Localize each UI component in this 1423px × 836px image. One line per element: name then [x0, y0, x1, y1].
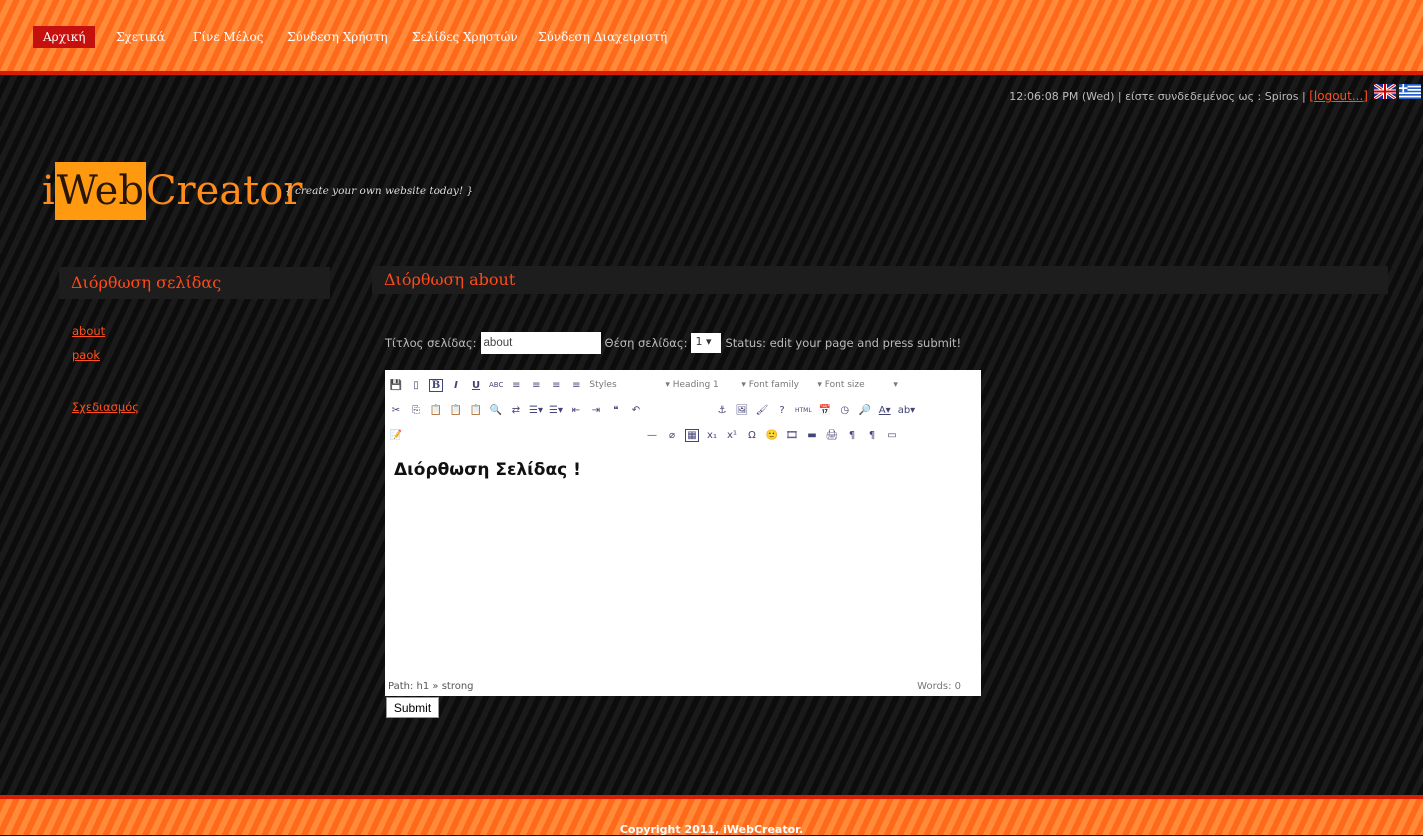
paste-icon[interactable]: 📋: [429, 405, 443, 416]
anchor-icon[interactable]: ⚓: [715, 405, 729, 416]
logout-link[interactable]: [logout...]: [1309, 89, 1368, 103]
word-count: Words: 0: [917, 681, 961, 692]
rich-text-editor: 💾 ▯ B I U ABC ≡ ≡ ≡ ≡ Styles ▾ Heading 1 ▾ Fon…: [385, 370, 981, 696]
new-document-icon[interactable]: ▯: [409, 380, 423, 391]
tagline: { create your own website today! }: [285, 185, 474, 197]
sidebar-link-about[interactable]: about: [72, 324, 105, 338]
sidebar-title: Διόρθωση σελίδας: [59, 267, 330, 299]
footer: Copyright 2011, iWebCreator.: [0, 795, 1423, 836]
cut-icon[interactable]: ✂: [389, 405, 403, 416]
page-position-select[interactable]: 1 ▾: [691, 333, 722, 353]
sidebar-link-design[interactable]: Σχεδιασμός: [72, 400, 139, 414]
table-icon[interactable]: ▦: [685, 428, 699, 442]
login-status: 12:06:08 PM (Wed) | είστε συνδεδεμένος ω…: [1009, 89, 1368, 103]
image-icon[interactable]: 🖼: [735, 405, 749, 416]
page-title-input[interactable]: [480, 332, 601, 354]
blockquote-icon[interactable]: ❝: [609, 405, 623, 416]
remove-format-icon[interactable]: ⌀: [665, 430, 679, 441]
align-left-icon[interactable]: ≡: [509, 380, 523, 391]
font-size-dropdown[interactable]: ▾ Font size: [817, 380, 887, 390]
html-icon[interactable]: HTML: [795, 407, 812, 414]
fullscreen-icon[interactable]: ▭: [885, 430, 899, 441]
horizontal-rule-icon[interactable]: —: [645, 430, 659, 441]
edit-css-icon[interactable]: 📝: [389, 430, 403, 441]
media-icon[interactable]: 🎞: [785, 430, 799, 441]
styles-dropdown[interactable]: Styles: [589, 380, 659, 390]
toolbar-row-3: 📝 — ⌀ ▦ x₁ x¹ Ω 🙂 🎞 ▬ 🖨 ¶ ¶ ▭: [389, 424, 899, 446]
top-nav: Αρχική Σχετικά Γίνε Μέλος Σύνδεση Χρήστη…: [0, 0, 1423, 75]
line-icon[interactable]: ▬: [805, 430, 819, 441]
submit-button[interactable]: Submit: [386, 697, 439, 718]
text-color-icon[interactable]: A▾: [878, 405, 892, 416]
nav-home[interactable]: Αρχική: [33, 26, 96, 48]
copy-icon[interactable]: ⎘: [409, 405, 423, 416]
superscript-icon[interactable]: x¹: [725, 430, 739, 441]
paste-word-icon[interactable]: 📋: [469, 405, 483, 416]
nav-user-login[interactable]: Σύνδεση Χρήστη: [277, 26, 398, 48]
save-icon[interactable]: 💾: [389, 380, 403, 391]
element-path: Path: h1 » strong: [388, 681, 474, 692]
align-center-icon[interactable]: ≡: [529, 380, 543, 391]
justify-icon[interactable]: ≡: [569, 380, 583, 391]
ltr-icon[interactable]: ¶: [845, 430, 859, 441]
uk-flag-icon[interactable]: [1374, 84, 1396, 99]
special-char-icon[interactable]: Ω: [745, 430, 759, 441]
toolbar-row-1: 💾 ▯ B I U ABC ≡ ≡ ≡ ≡ Styles ▾ Heading 1 ▾ Fon…: [389, 374, 907, 396]
font-family-dropdown[interactable]: ▾ Font family: [741, 380, 811, 390]
bold-button[interactable]: B: [429, 378, 443, 392]
underline-button[interactable]: U: [469, 380, 483, 391]
subscript-icon[interactable]: x₁: [705, 430, 719, 441]
indent-icon[interactable]: ⇥: [589, 405, 603, 416]
main-title: Διόρθωση about: [372, 266, 1388, 294]
rtl-icon[interactable]: ¶: [865, 430, 879, 441]
emoticon-icon[interactable]: 🙂: [765, 430, 779, 441]
sidebar-link-paok[interactable]: paok: [72, 348, 100, 362]
nav-join[interactable]: Γίνε Μέλος: [183, 26, 273, 48]
greek-flag-icon[interactable]: [1399, 84, 1421, 99]
status-message: Status: edit your page and press submit!: [725, 336, 962, 350]
find-icon[interactable]: 🔍: [489, 405, 503, 416]
replace-icon[interactable]: ⇄: [509, 405, 523, 416]
align-right-icon[interactable]: ≡: [549, 380, 563, 391]
nav-admin-login[interactable]: Σύνδεση Διαχειριστή: [528, 26, 677, 48]
outdent-icon[interactable]: ⇤: [569, 405, 583, 416]
preview-icon[interactable]: 🔎: [858, 405, 872, 416]
page-form: Τίτλος σελίδας: Θέση σελίδας: 1 ▾ Status…: [385, 332, 961, 354]
nav-user-pages[interactable]: Σελίδες Χρηστών: [402, 26, 528, 48]
print-icon[interactable]: 🖨: [825, 430, 839, 441]
chevron-down-icon[interactable]: ▾: [893, 380, 907, 390]
bullet-list-icon[interactable]: ☰▾: [529, 405, 543, 416]
editor-content[interactable]: Διόρθωση Σελίδας !: [394, 460, 581, 480]
toolbar-row-2: ✂ ⎘ 📋 📋 📋 🔍 ⇄ ☰▾ ☰▾ ⇤ ⇥ ❝ ↶ ⚓ 🖼 🖌? HTML 📅 ◷ 🔎 A▾ ab▾: [389, 399, 915, 421]
italic-button[interactable]: I: [449, 380, 463, 391]
strikethrough-button[interactable]: ABC: [489, 381, 503, 389]
undo-icon[interactable]: ↶: [629, 405, 643, 416]
paste-text-icon[interactable]: 📋: [449, 405, 463, 416]
format-dropdown[interactable]: ▾ Heading 1: [665, 380, 735, 390]
date-icon[interactable]: 📅: [818, 405, 832, 416]
time-icon[interactable]: ◷: [838, 405, 852, 416]
site-logo[interactable]: iWebCreator: [42, 162, 302, 222]
numbered-list-icon[interactable]: ☰▾: [549, 405, 563, 416]
cleanup-icon[interactable]: 🖌: [755, 405, 769, 416]
help-icon[interactable]: ?: [775, 405, 789, 416]
highlight-icon[interactable]: ab▾: [898, 405, 916, 416]
nav-about[interactable]: Σχετικά: [106, 26, 175, 48]
copyright: Copyright 2011, iWebCreator.: [619, 823, 804, 836]
